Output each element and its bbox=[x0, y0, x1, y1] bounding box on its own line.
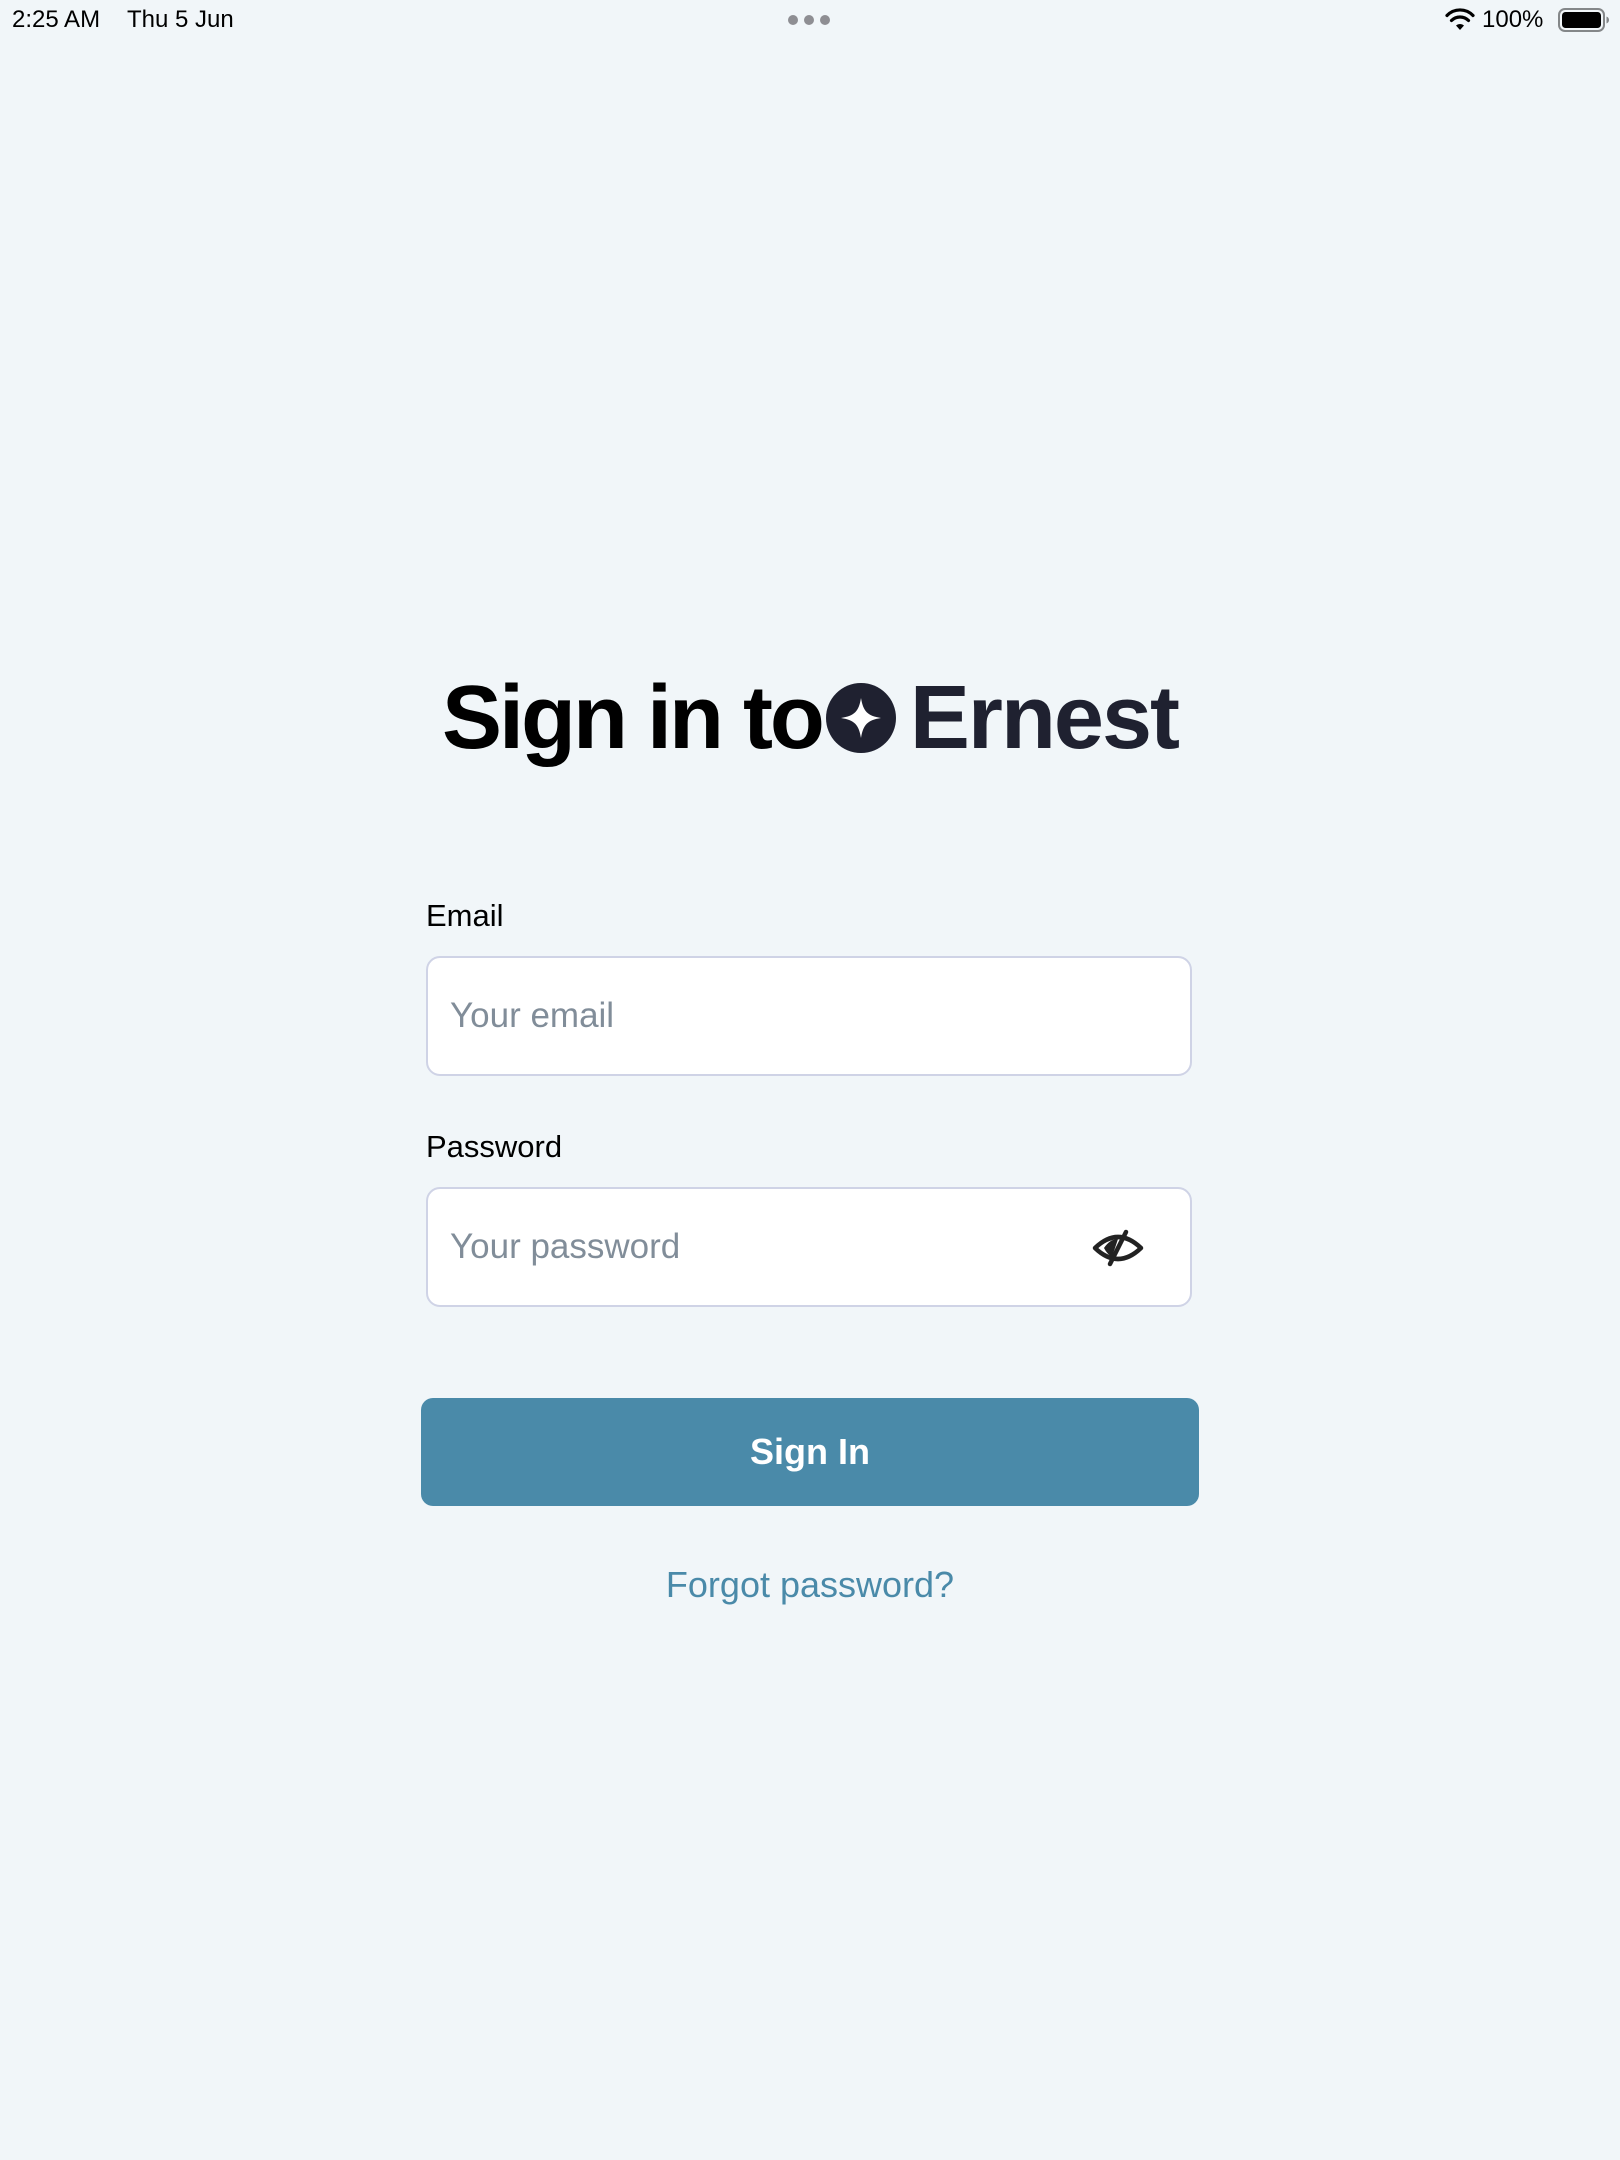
email-label: Email bbox=[426, 898, 504, 933]
title-prefix: Sign in to bbox=[441, 668, 825, 768]
password-field[interactable] bbox=[426, 1187, 1192, 1307]
eye-slash-icon[interactable] bbox=[1090, 1228, 1146, 1268]
page-title: Sign in to Ernest bbox=[0, 668, 1620, 768]
password-label: Password bbox=[426, 1129, 563, 1164]
battery-icon bbox=[1558, 8, 1609, 32]
forgot-password-link[interactable]: Forgot password? bbox=[0, 1562, 1620, 1608]
brand-name: Ernest bbox=[909, 668, 1180, 768]
email-field[interactable] bbox=[426, 956, 1192, 1076]
sign-in-button[interactable]: Sign In bbox=[421, 1398, 1199, 1506]
status-time: 2:25 AM bbox=[12, 6, 101, 33]
status-date: Thu 5 Jun bbox=[127, 6, 234, 33]
battery-percent: 100% bbox=[1482, 6, 1544, 33]
sparkle-logo-icon bbox=[825, 683, 896, 753]
wifi-icon bbox=[1445, 8, 1475, 30]
status-bar: 2:25 AM Thu 5 Jun 100% bbox=[0, 0, 1620, 40]
more-dots-icon[interactable] bbox=[788, 15, 830, 25]
